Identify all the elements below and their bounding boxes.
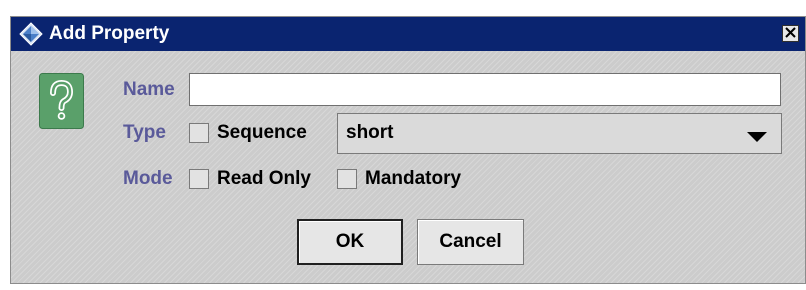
type-select[interactable]: short <box>337 113 782 154</box>
cancel-button[interactable]: Cancel <box>417 219 524 265</box>
name-label: Name <box>123 79 175 100</box>
mode-label: Mode <box>123 168 173 189</box>
read-only-checkbox[interactable] <box>189 169 209 189</box>
sequence-checkbox[interactable] <box>189 123 209 143</box>
title-bar[interactable]: Add Property <box>11 17 805 51</box>
type-selected-value: short <box>346 122 394 143</box>
type-label: Type <box>123 122 166 143</box>
ok-button[interactable]: OK <box>297 219 403 265</box>
mandatory-label: Mandatory <box>365 168 462 189</box>
mandatory-checkbox[interactable] <box>337 169 357 189</box>
close-icon <box>785 25 796 43</box>
dialog-title: Add Property <box>49 23 170 44</box>
add-property-dialog: Add Property Name Type Sequence short Mo… <box>10 16 806 284</box>
chevron-down-icon <box>747 129 767 142</box>
read-only-label: Read Only <box>217 168 311 189</box>
diamond-app-icon <box>19 22 43 46</box>
name-input[interactable] <box>189 73 781 106</box>
close-button[interactable] <box>782 25 799 42</box>
sequence-label: Sequence <box>217 122 307 143</box>
question-mark-icon <box>39 73 84 129</box>
